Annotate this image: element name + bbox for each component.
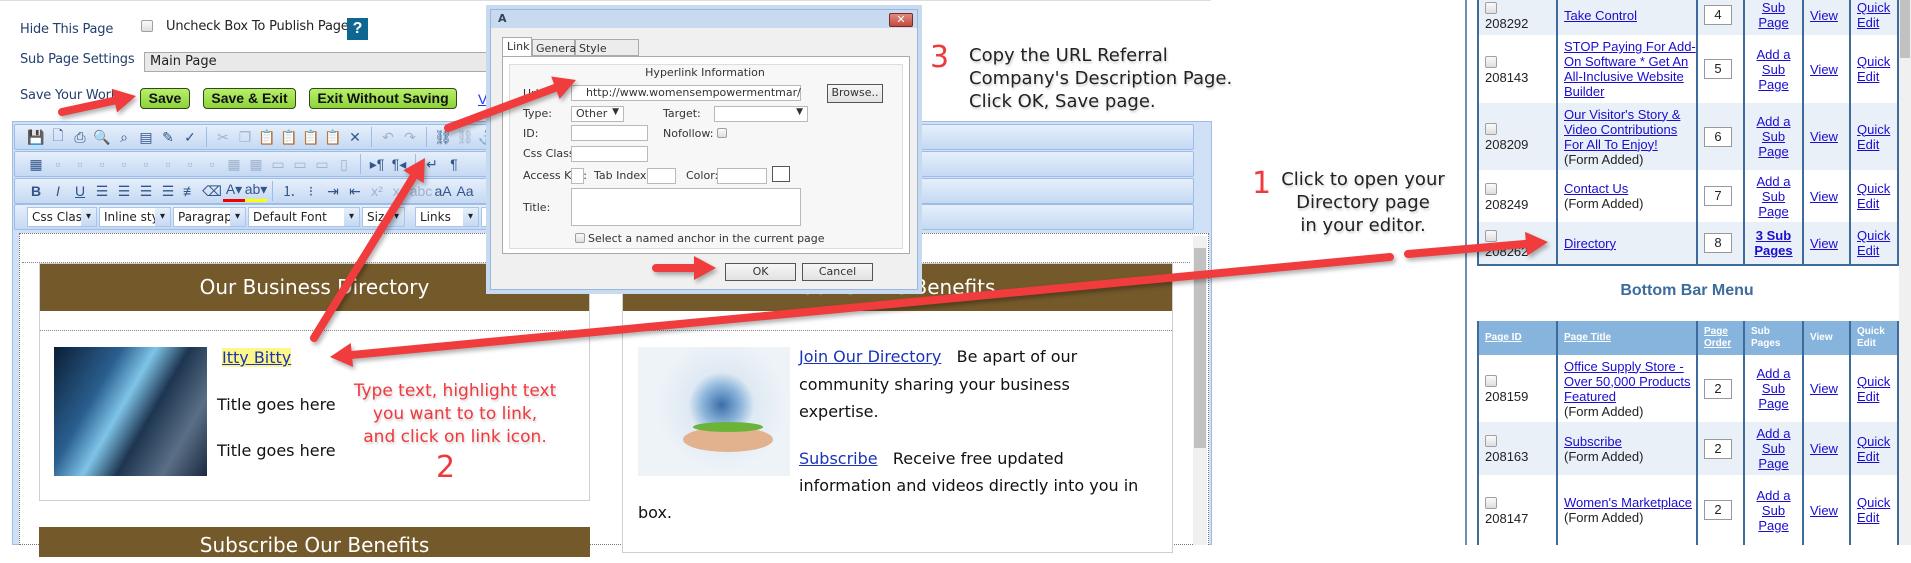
annotation-arrows: [58, 76, 1548, 367]
arrow-to-save: [58, 88, 136, 116]
arrow-to-itty-bitty: [330, 253, 1394, 367]
arrow-to-directory: [1404, 231, 1548, 258]
arrow-to-link-icon: [310, 158, 425, 342]
arrow-to-ok: [652, 256, 716, 280]
arrow-to-url: [444, 76, 576, 132]
